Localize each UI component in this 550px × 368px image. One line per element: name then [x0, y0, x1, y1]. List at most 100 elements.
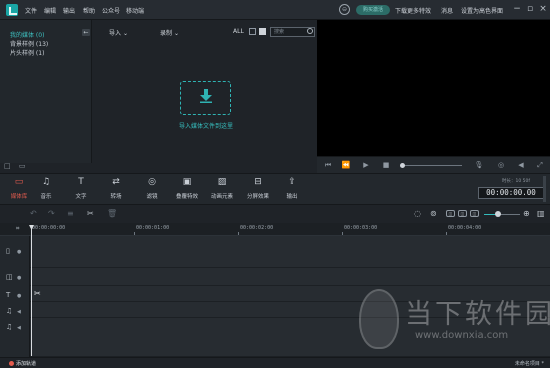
redo-icon[interactable]: ↷	[48, 209, 55, 218]
timeline-ruler[interactable]: ⌗ 00:00:00:00 00:00:01:00 00:00:02:00 00…	[0, 223, 550, 236]
buy-button[interactable]: 购买激活	[356, 5, 390, 15]
tab-music[interactable]: ♫ 音乐	[27, 177, 65, 200]
marker-icon[interactable]: ◫	[458, 210, 467, 217]
folder-my-media[interactable]: 我的媒体 (0)	[10, 30, 44, 39]
undo-icon[interactable]: ↶	[30, 209, 37, 218]
eye-icon[interactable]: ●	[17, 293, 21, 299]
tab-label: 滤镜	[146, 194, 158, 200]
app-logo-icon	[6, 4, 18, 16]
search-icon[interactable]	[307, 28, 313, 34]
microphone-icon[interactable]: 🎙	[474, 160, 484, 170]
theme-link[interactable]: 设置为高色界面	[461, 6, 503, 15]
eye-icon[interactable]: ●	[17, 275, 21, 281]
minimize-icon[interactable]: −	[511, 3, 523, 15]
tab-elements[interactable]: ▨ 动画元素	[203, 177, 241, 200]
speaker-icon[interactable]: ◀	[17, 309, 21, 315]
settings-icon[interactable]: ▥	[537, 209, 545, 218]
filter-all[interactable]: ALL	[233, 28, 244, 35]
tab-label: 音乐	[40, 194, 52, 200]
import-dropdown[interactable]: 导入 ⌄	[109, 28, 128, 37]
video-track-icon: ▯	[6, 247, 10, 255]
watermark-logo-icon	[359, 289, 399, 349]
menu-export[interactable]: 输出	[63, 6, 75, 15]
tab-text[interactable]: T 文字	[62, 177, 100, 200]
ruler-tick	[134, 232, 135, 235]
menu-mobile[interactable]: 移动端	[126, 6, 144, 15]
import-label: 导入	[109, 30, 122, 37]
watermark-text: 当下软件园	[405, 299, 550, 330]
text-track-icon: T	[6, 291, 11, 299]
project-name: 未命名项目 *	[514, 361, 544, 367]
menu-bar: 文件 编辑 输出 帮助 公众号 移动端 ⊖ 购买激活 下载更多特效 消息 设置为…	[0, 0, 550, 20]
video-track[interactable]	[30, 236, 550, 268]
snapshot-icon[interactable]: ◎	[496, 160, 506, 170]
tab-overlay[interactable]: ▣ 叠覆特效	[168, 177, 206, 200]
media-folder-panel: 我的媒体 (0) 背景样例 (13) 片头样例 (1) ←	[0, 20, 92, 163]
menu-wechat[interactable]: 公众号	[102, 6, 120, 15]
volume-icon[interactable]: ◀	[516, 160, 526, 170]
scrubber-handle[interactable]	[400, 163, 405, 168]
folder-intro-samples[interactable]: 片头样例 (1)	[10, 48, 44, 57]
prev-frame-icon[interactable]: ⏮	[323, 160, 333, 170]
pip-track[interactable]	[30, 268, 550, 286]
toolbar-scrollbar[interactable]	[543, 176, 546, 202]
menu-edit[interactable]: 编辑	[44, 6, 56, 15]
import-drop-zone[interactable]	[180, 81, 231, 115]
messages-link[interactable]: 消息	[441, 6, 453, 15]
chevron-down-icon: ⌄	[122, 30, 128, 37]
speaker-icon[interactable]: ◀	[17, 325, 21, 331]
cut-icon[interactable]: ✂	[87, 209, 94, 218]
list-icon[interactable]: ≡	[67, 209, 74, 218]
tab-export[interactable]: ⇪ 输出	[273, 177, 311, 200]
text-icon: T	[78, 177, 84, 187]
tab-split-screen[interactable]: ⊟ 分屏效果	[239, 177, 277, 200]
snap-toggle-icon[interactable]: ◫	[446, 210, 455, 217]
tab-label: 动画元素	[210, 194, 233, 200]
speed-icon[interactable]: ◌	[414, 209, 421, 218]
drop-hint-text: 导入媒体文件到这里	[178, 123, 233, 130]
menu-file[interactable]: 文件	[25, 6, 37, 15]
record-label: 录制	[160, 30, 173, 37]
collapse-arrow-icon[interactable]: ←	[82, 29, 90, 36]
zoom-slider-handle[interactable]	[495, 211, 501, 217]
stop-icon[interactable]: ■	[381, 160, 391, 170]
list-view-icon[interactable]	[249, 28, 256, 35]
add-folder-icon[interactable]: □	[4, 162, 11, 170]
eye-icon[interactable]: ●	[17, 249, 21, 255]
playhead[interactable]	[31, 228, 32, 356]
add-marker-icon[interactable]: ⌗	[16, 225, 19, 233]
delete-folder-icon[interactable]: ▭	[19, 162, 26, 170]
add-track-button[interactable]: 添加轨道	[16, 360, 36, 367]
link-icon[interactable]: ◫	[470, 210, 479, 217]
zoom-in-icon[interactable]: ⊕	[523, 209, 530, 218]
close-icon[interactable]: ×	[537, 3, 549, 15]
record-dropdown[interactable]: 录制 ⌄	[160, 28, 179, 37]
render-icon[interactable]: ⊚	[430, 209, 437, 218]
ruler-tick	[238, 232, 239, 235]
tab-transition[interactable]: ⇄ 转场	[97, 177, 135, 200]
delete-icon[interactable]: 🗑	[107, 209, 117, 218]
download-arrow-icon	[200, 89, 212, 103]
folder-icon: ▭	[14, 177, 24, 187]
maximize-icon[interactable]: ▫	[524, 3, 536, 15]
fullscreen-icon[interactable]: ⤢	[535, 160, 545, 170]
status-bar: 添加轨道 未命名项目 *	[0, 357, 550, 368]
music-icon: ♫	[41, 177, 51, 187]
splitscreen-icon: ⊟	[254, 177, 262, 187]
menu-help[interactable]: 帮助	[83, 6, 95, 15]
tab-label: 转场	[110, 194, 122, 200]
ruler-label: 00:00:02:00	[240, 225, 274, 231]
tab-filter[interactable]: ◎ 滤镜	[133, 177, 171, 200]
folder-background-samples[interactable]: 背景样例 (13)	[10, 39, 48, 48]
pip-track-icon: ◫	[6, 273, 13, 281]
preview-scrubber[interactable]	[402, 165, 462, 166]
download-effects-link[interactable]: 下载更多特效	[395, 6, 431, 15]
export-icon: ⇪	[288, 177, 296, 187]
feature-toolbar: ▭ 媒体库 ♫ 音乐 T 文字 ⇄ 转场 ◎ 滤镜 ▣ 叠覆特效 ▨ 动画元素 …	[0, 173, 550, 205]
play-icon[interactable]: ▶	[361, 160, 371, 170]
rewind-icon[interactable]: ⏪	[341, 160, 351, 170]
chevron-down-icon: ⌄	[173, 30, 179, 37]
add-track-icon[interactable]	[9, 361, 14, 366]
grid-view-icon[interactable]	[259, 28, 266, 35]
account-icon[interactable]: ⊖	[339, 4, 350, 15]
